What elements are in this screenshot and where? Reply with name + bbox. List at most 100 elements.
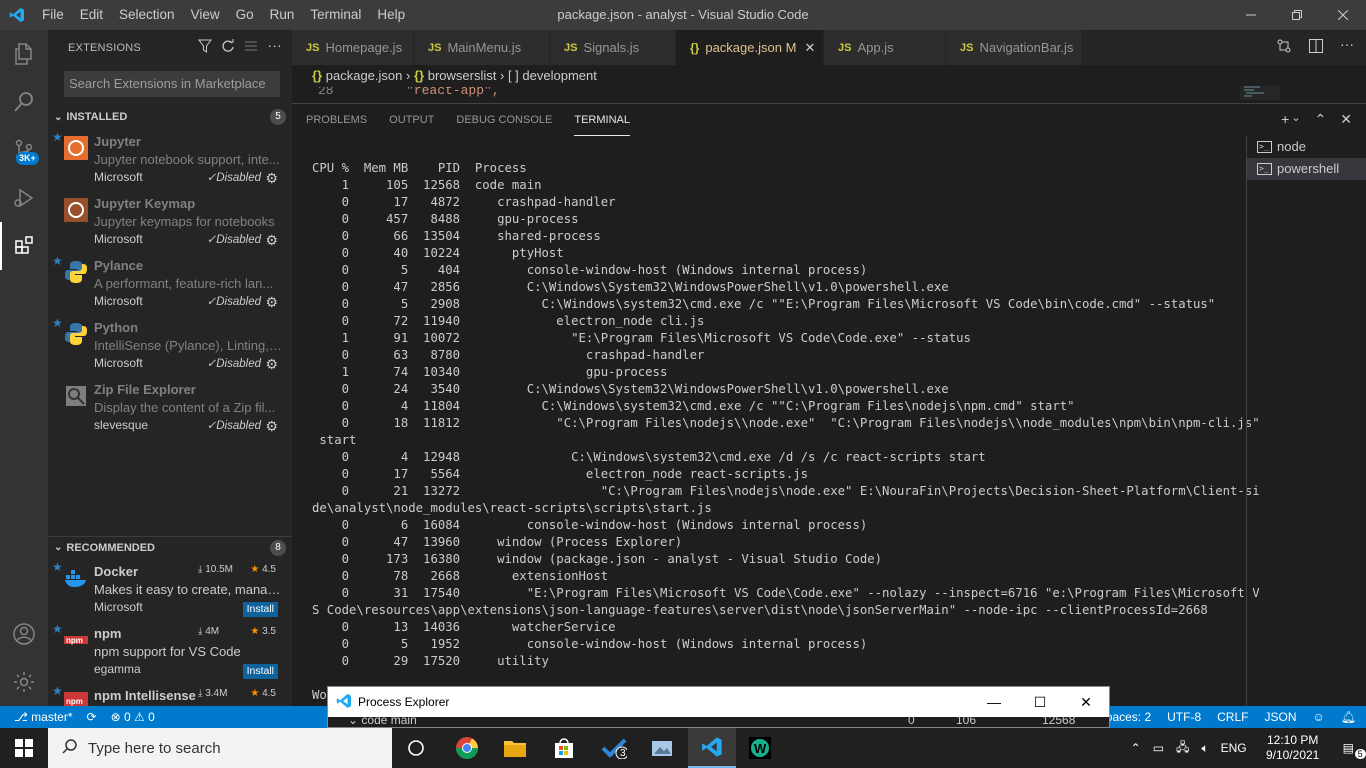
- menu-edit[interactable]: Edit: [72, 0, 111, 30]
- run-debug-icon[interactable]: [0, 174, 48, 222]
- extensions-search-input[interactable]: Search Extensions in Marketplace: [64, 71, 280, 97]
- extension-item-docker[interactable]: ★ Docker ⤓ 10.5M ★ 4.5 Makes it easy to …: [48, 560, 292, 622]
- more-actions-icon[interactable]: ···: [267, 38, 282, 56]
- extension-gear-icon[interactable]: ⚙: [265, 356, 278, 373]
- tab-output[interactable]: OUTPUT: [389, 105, 434, 135]
- extension-item-python[interactable]: ★ Python IntelliSense (Pylance), Linting…: [48, 316, 292, 378]
- network-icon[interactable]: 🖧︎: [1170, 738, 1195, 759]
- close-window-button[interactable]: [1320, 0, 1366, 30]
- problems-indicator[interactable]: ⊗ 0 ⚠ 0: [111, 710, 155, 724]
- menu-run[interactable]: Run: [262, 0, 303, 30]
- eol-indicator[interactable]: CRLF: [1217, 710, 1248, 724]
- close-window-button[interactable]: ✕: [1063, 687, 1109, 717]
- file-explorer-icon[interactable]: [491, 728, 539, 768]
- action-center-icon[interactable]: ▤ 5: [1333, 741, 1366, 759]
- volume-icon[interactable]: 🔈︎: [1195, 741, 1214, 756]
- tab-package-json[interactable]: {} package.json M ✕: [676, 30, 824, 65]
- input-language[interactable]: ENG: [1215, 741, 1253, 755]
- recommended-section-header[interactable]: ⌄ RECOMMENDED 8: [48, 536, 292, 558]
- clear-list-icon[interactable]: [244, 39, 258, 56]
- store-icon[interactable]: [540, 728, 588, 768]
- tab-mainmenu[interactable]: JS MainMenu.js: [414, 30, 550, 65]
- split-editor-icon[interactable]: [1308, 38, 1324, 57]
- taskbar-search-box[interactable]: Type here to search: [48, 728, 392, 768]
- extension-gear-icon[interactable]: ⚙: [265, 170, 278, 187]
- tab-debug-console[interactable]: DEBUG CONSOLE: [456, 105, 552, 135]
- close-panel-icon[interactable]: ✕: [1340, 111, 1352, 128]
- extensions-sidebar: EXTENSIONS ··· Search Extensions in Mark…: [48, 30, 292, 706]
- maximize-button[interactable]: ☐: [1017, 687, 1063, 717]
- extension-item-jupyter-keymap[interactable]: Jupyter Keymap Jupyter keymaps for noteb…: [48, 192, 292, 254]
- breadcrumb-node[interactable]: development: [522, 68, 596, 83]
- windows-start-icon[interactable]: [0, 728, 48, 768]
- extension-item-npm-intellisense[interactable]: ★ npm npm Intellisense ⤓ 3.4M ★ 4.5: [48, 684, 292, 706]
- menu-help[interactable]: Help: [369, 0, 413, 30]
- tab-signals[interactable]: JS Signals.js: [550, 30, 676, 65]
- menu-view[interactable]: View: [183, 0, 228, 30]
- todo-check-icon[interactable]: 3: [590, 728, 638, 768]
- tab-app[interactable]: JS App.js: [824, 30, 946, 65]
- bottom-panel: PROBLEMS OUTPUT DEBUG CONSOLE TERMINAL +…: [292, 103, 1366, 707]
- chevron-down-icon[interactable]: ⌄: [1291, 111, 1300, 128]
- menu-selection[interactable]: Selection: [111, 0, 183, 30]
- battery-icon[interactable]: ▭: [1147, 741, 1170, 755]
- sync-icon[interactable]: ⟳: [87, 710, 97, 724]
- extension-item-npm[interactable]: ★ npm npm ⤓ 4M ★ 3.5 npm support for VS …: [48, 622, 292, 684]
- extension-gear-icon[interactable]: ⚙: [265, 294, 278, 311]
- tab-terminal[interactable]: TERMINAL: [574, 105, 630, 136]
- close-tab-icon[interactable]: ✕: [804, 40, 815, 56]
- terminal-output[interactable]: CPU % Mem MB PID Process 1 105 12568 cod…: [312, 160, 1260, 670]
- feedback-icon[interactable]: ☺: [1313, 710, 1325, 724]
- clock[interactable]: 12:10 PM 9/10/2021: [1253, 733, 1333, 763]
- maximize-panel-icon[interactable]: ⌃: [1315, 111, 1327, 128]
- install-button[interactable]: Install: [242, 602, 278, 617]
- breadcrumb-file[interactable]: package.json: [326, 68, 403, 83]
- process-row[interactable]: ⌄ code main 0 106 12568: [328, 717, 1109, 727]
- extension-gear-icon[interactable]: ⚙: [265, 232, 278, 249]
- task-view-icon[interactable]: [392, 728, 440, 768]
- installed-section-header[interactable]: ⌄ INSTALLED 5: [48, 106, 292, 128]
- vscode-taskbar-icon[interactable]: [688, 728, 736, 768]
- tab-homepage[interactable]: JS Homepage.js: [292, 30, 414, 65]
- extension-publisher: egamma: [94, 662, 141, 676]
- language-mode[interactable]: JSON: [1264, 710, 1296, 724]
- show-hidden-icons[interactable]: ⌃: [1125, 741, 1147, 755]
- notifications-bell-icon[interactable]: 🔔︎: [1341, 710, 1356, 724]
- branch-indicator[interactable]: ⎇ master*: [14, 710, 73, 724]
- refresh-icon[interactable]: [221, 39, 235, 56]
- tab-navigationbar[interactable]: JS NavigationBar.js: [946, 30, 1082, 65]
- manage-gear-icon[interactable]: [0, 658, 48, 706]
- encoding-indicator[interactable]: UTF-8: [1167, 710, 1201, 724]
- source-control-icon[interactable]: 3K+: [0, 126, 48, 174]
- menu-terminal[interactable]: Terminal: [302, 0, 369, 30]
- extension-item-zip-file-explorer[interactable]: Zip File Explorer Display the content of…: [48, 378, 292, 440]
- menu-go[interactable]: Go: [228, 0, 262, 30]
- terminal-item-node[interactable]: >_ node: [1247, 136, 1366, 158]
- extension-description: Makes it easy to create, manag...: [94, 582, 282, 597]
- editor-code-line[interactable]: 28 "react-app",: [292, 87, 1232, 101]
- filter-icon[interactable]: [198, 39, 213, 56]
- photos-icon[interactable]: [638, 728, 686, 768]
- extension-gear-icon[interactable]: ⚙: [265, 418, 278, 435]
- minimize-button[interactable]: [1228, 0, 1274, 30]
- extension-item-pylance[interactable]: ★ Pylance A performant, feature-rich lan…: [48, 254, 292, 316]
- minimize-button[interactable]: —: [971, 687, 1017, 717]
- terminal-item-powershell[interactable]: >_ powershell: [1247, 158, 1366, 180]
- search-icon[interactable]: [0, 78, 48, 126]
- compare-changes-icon[interactable]: [1276, 38, 1292, 57]
- chrome-icon[interactable]: [443, 728, 491, 768]
- restore-button[interactable]: [1274, 0, 1320, 30]
- minimap[interactable]: [1240, 86, 1280, 102]
- install-button[interactable]: Install: [242, 664, 278, 679]
- extensions-icon[interactable]: [0, 222, 48, 270]
- account-icon[interactable]: [0, 610, 48, 658]
- menu-file[interactable]: File: [34, 0, 72, 30]
- explorer-icon[interactable]: [0, 30, 48, 78]
- new-terminal-icon[interactable]: +: [1281, 111, 1289, 128]
- webstorm-icon[interactable]: W: [736, 728, 784, 768]
- tab-problems[interactable]: PROBLEMS: [306, 105, 367, 135]
- extension-item-jupyter[interactable]: ★ Jupyter Jupyter notebook support, inte…: [48, 130, 292, 192]
- more-actions-icon[interactable]: ···: [1340, 37, 1354, 57]
- breadcrumb-node[interactable]: browserslist: [428, 68, 497, 83]
- jupyter-icon: [64, 136, 88, 160]
